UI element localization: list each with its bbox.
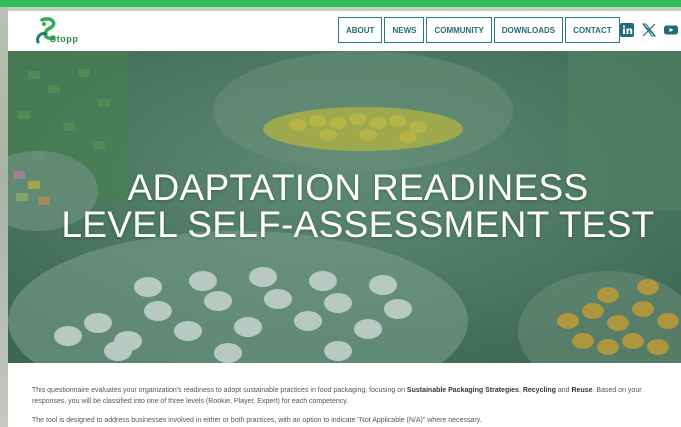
background-edge: [0, 7, 8, 427]
page: Stopp ABOUT NEWS COMMUNITY DOWNLOADS CON…: [8, 11, 681, 427]
intro-p1-bold-recycling: Recycling: [522, 387, 556, 394]
hero-title-line-2: LEVEL SELF-ASSESSMENT TEST: [61, 204, 655, 245]
youtube-icon[interactable]: [664, 23, 678, 37]
hero-banner: ADAPTATION READINESS LEVEL SELF-ASSESSME…: [8, 51, 681, 363]
hero-title-line-1: ADAPTATION READINESS: [127, 167, 589, 208]
intro-text: This questionnaire evaluates your organi…: [32, 385, 677, 427]
intro-p1-text-d: and: [555, 387, 572, 394]
main-nav: ABOUT NEWS COMMUNITY DOWNLOADS CONTACT: [338, 17, 620, 43]
nav-about[interactable]: ABOUT: [338, 17, 383, 43]
linkedin-icon[interactable]: [620, 23, 634, 37]
nav-community[interactable]: COMMUNITY: [426, 17, 492, 43]
social-links: [620, 22, 678, 38]
nav-news[interactable]: NEWS: [384, 17, 425, 43]
intro-p1-text-a: This questionnaire evaluates your organi…: [32, 387, 407, 394]
logo-text: Stopp: [50, 34, 79, 44]
x-twitter-icon[interactable]: [642, 23, 656, 37]
nav-downloads[interactable]: DOWNLOADS: [493, 17, 564, 43]
intro-p1-bold-reuse: Reuse: [571, 387, 593, 394]
intro-p1-bold-strategies: Sustainable Packaging Strategies: [406, 387, 519, 394]
top-accent-bar: [0, 0, 681, 7]
nav-contact[interactable]: CONTACT: [565, 17, 620, 43]
intro-paragraph-1: This questionnaire evaluates your organi…: [32, 385, 677, 407]
hero-title: ADAPTATION READINESS LEVEL SELF-ASSESSME…: [8, 169, 681, 243]
site-header: Stopp ABOUT NEWS COMMUNITY DOWNLOADS CON…: [8, 11, 681, 51]
intro-paragraph-2: The tool is designed to address business…: [32, 417, 482, 424]
